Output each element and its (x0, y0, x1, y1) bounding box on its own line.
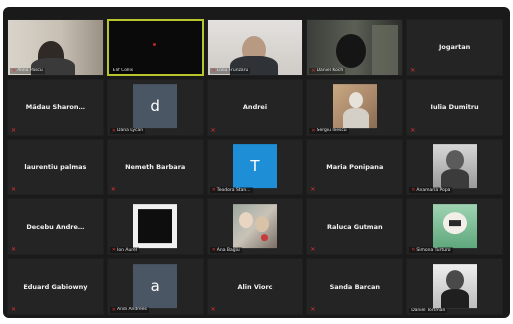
muted-mic-icon: ✕ (11, 126, 17, 134)
participant-tile[interactable]: ✕ Alina Pascu (7, 19, 104, 76)
participant-tile[interactable]: Iulia Dumitru ✕ (406, 78, 503, 136)
participant-tile[interactable]: Eduard Gabiowny ✕ (7, 258, 104, 315)
muted-mic-icon: ✕ (210, 126, 216, 134)
participant-name-label: Daniel Tortman (409, 307, 448, 313)
participant-tile[interactable]: ✕ Anamaria Popa (406, 138, 503, 196)
participant-name: laurentiu palmas (24, 162, 87, 171)
participant-tile[interactable]: Jogartan ✕ (406, 19, 503, 76)
participant-tile[interactable]: Decebu Andre… ✕ (7, 198, 104, 256)
participant-name: Alin Viorc (237, 282, 273, 291)
muted-mic-icon: ✕ (410, 126, 416, 134)
avatar: T (232, 144, 277, 189)
participant-name-label: ✕ Anamaria Popa (409, 187, 453, 194)
participant-tile[interactable]: Nemeth Barbara ✕ (106, 138, 204, 196)
muted-mic-icon: ✕ (410, 66, 416, 74)
participant-name-label: ✕ Andi Andrees (109, 306, 149, 313)
participant-name: Raluca Gutman (326, 222, 383, 231)
muted-mic-icon: ✕ (310, 246, 316, 254)
muted-mic-icon: ✕ (111, 127, 116, 134)
participant-name-label: ✕ Ana Bagiu (209, 247, 242, 254)
profile-photo (232, 203, 277, 248)
participant-name: Andrei (242, 103, 268, 112)
profile-photo (332, 84, 377, 129)
muted-mic-icon: ✕ (111, 306, 116, 313)
participant-tile[interactable]: Alin Viorc ✕ (206, 258, 304, 315)
participant-tile[interactable]: ✕ Liviu Frunzaru (206, 19, 304, 76)
participant-name: Maria Ponipana (326, 162, 384, 171)
participant-name: Jogartan (438, 43, 471, 52)
participant-tile[interactable]: Andrei ✕ (206, 78, 304, 136)
muted-mic-icon: ✕ (110, 186, 116, 194)
profile-photo (432, 144, 477, 189)
participant-name-label: ✕ Ion Aurel (109, 247, 140, 254)
participant-tile[interactable]: d ✕ Dana Lycan (106, 78, 204, 136)
profile-photo (133, 203, 178, 248)
participant-tile[interactable]: ✕ Daniel Koch (306, 19, 404, 76)
muted-mic-icon: ✕ (310, 186, 316, 194)
participant-tile[interactable]: T ✕ Teodora Stan… (206, 138, 304, 196)
participant-tile[interactable]: a ✕ Andi Andrees (106, 258, 204, 315)
participant-name-label: ✕ Alina Pascu (10, 67, 45, 74)
participant-tile[interactable]: Daniel Tortman (406, 258, 503, 315)
participant-grid: ✕ Alina Pascu Elif Collis ✕ Liviu Frunzaru… (7, 19, 503, 315)
active-speaker-tile[interactable]: Elif Collis (106, 19, 204, 76)
muted-mic-icon: ✕ (211, 67, 216, 74)
participant-name-label: ✕ Teodora Stan… (209, 187, 253, 194)
participant-video (108, 21, 202, 74)
participant-name-label: ✕ Simona Turturo (409, 247, 453, 254)
avatar: d (133, 84, 178, 129)
avatar: a (133, 263, 178, 308)
participant-video (8, 20, 103, 75)
participant-tile[interactable]: ✕ Ana Bagiu (206, 198, 304, 256)
participant-name: Decebu Andre… (26, 222, 85, 231)
participant-tile[interactable]: Raluca Gutman ✕ (306, 198, 404, 256)
muted-mic-icon: ✕ (211, 187, 216, 194)
profile-photo (432, 263, 477, 308)
muted-mic-icon: ✕ (310, 305, 316, 313)
participant-name-label: ✕ Sergiu Iliescu (309, 127, 349, 134)
participant-tile[interactable]: ✕ Simona Turturo (406, 198, 503, 256)
participant-name: Sanda Barcan (329, 282, 380, 291)
muted-mic-icon: ✕ (211, 247, 216, 254)
participant-video (207, 20, 303, 75)
participant-name-label: ✕ Daniel Koch (309, 67, 346, 74)
muted-mic-icon: ✕ (111, 247, 116, 254)
participant-video (307, 20, 403, 75)
participant-tile[interactable]: laurentiu palmas ✕ (7, 138, 104, 196)
participant-tile[interactable]: ✕ Ion Aurel (106, 198, 204, 256)
muted-mic-icon: ✕ (411, 187, 416, 194)
participant-tile[interactable]: Maria Ponipana ✕ (306, 138, 404, 196)
meeting-gallery-window: ✕ Alina Pascu Elif Collis ✕ Liviu Frunzaru… (3, 7, 510, 318)
participant-name: Iulia Dumitru (430, 103, 479, 112)
muted-mic-icon: ✕ (210, 305, 216, 313)
profile-photo (432, 203, 477, 248)
muted-mic-icon: ✕ (311, 67, 316, 74)
muted-mic-icon: ✕ (311, 127, 316, 134)
muted-mic-icon: ✕ (11, 186, 17, 194)
muted-mic-icon: ✕ (11, 305, 17, 313)
muted-mic-icon: ✕ (11, 246, 17, 254)
participant-tile[interactable]: Sanda Barcan ✕ (306, 258, 404, 315)
participant-name-label: ✕ Liviu Frunzaru (209, 67, 251, 74)
muted-mic-icon: ✕ (12, 67, 17, 74)
participant-tile[interactable]: ✕ Sergiu Iliescu (306, 78, 404, 136)
participant-name-label: ✕ Dana Lycan (109, 127, 146, 134)
participant-name: Eduard Gabiowny (23, 282, 88, 291)
muted-mic-icon: ✕ (411, 247, 416, 254)
participant-name: Nemeth Barbara (125, 162, 186, 171)
participant-name: Mădau Sharon… (25, 103, 86, 112)
participant-name-label: Elif Collis (110, 67, 136, 73)
participant-tile[interactable]: Mădau Sharon… ✕ (7, 78, 104, 136)
